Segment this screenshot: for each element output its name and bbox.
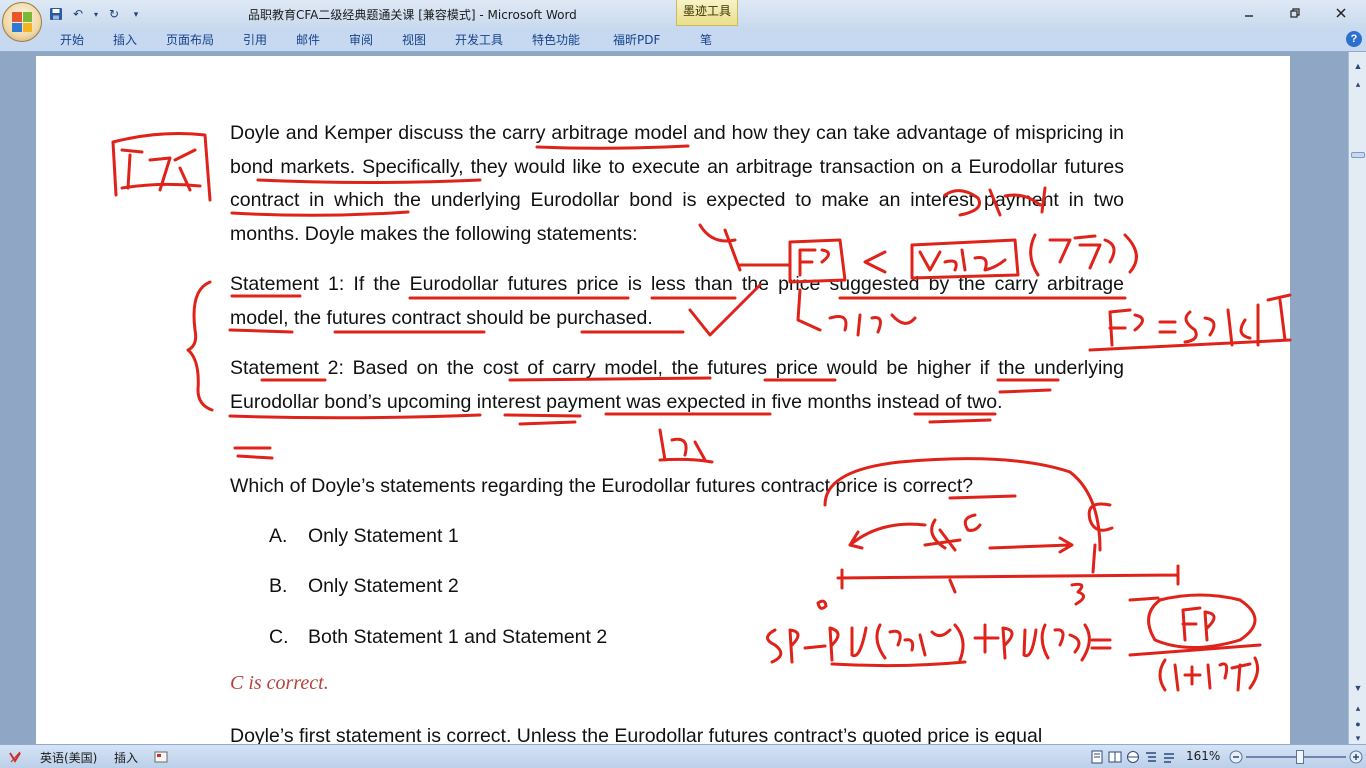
zoom-slider-knob[interactable]: [1296, 750, 1304, 764]
insert-mode-indicator[interactable]: 插入: [114, 749, 138, 766]
tab-review[interactable]: 审阅: [349, 31, 373, 49]
paragraph-explanation: Doyle’s first statement is correct. Unle…: [230, 725, 1043, 744]
zoom-level[interactable]: 161%: [1186, 749, 1220, 763]
undo-dropdown-icon[interactable]: ▾: [92, 6, 100, 22]
title-bar: ↶ ▾ ↻ ▾ 品职教育CFA二级经典题通关课 [兼容模式] - Microso…: [0, 0, 1366, 28]
option-c-text: Both Statement 1 and Statement 2: [308, 626, 608, 648]
tab-home[interactable]: 开始: [60, 31, 84, 49]
proofing-error-icon[interactable]: [8, 750, 22, 764]
save-icon[interactable]: [48, 6, 64, 22]
paragraph-statement-2: Statement 2: Based on the cost of carry …: [230, 357, 1124, 413]
previous-page-icon[interactable]: ▴: [1350, 700, 1366, 716]
tab-foxit-pdf[interactable]: 福昕PDF: [613, 31, 660, 49]
scroll-up-icon[interactable]: ▲: [1350, 58, 1366, 74]
option-a-letter: A.: [269, 525, 288, 547]
undo-icon[interactable]: ↶: [70, 6, 86, 22]
tab-insert[interactable]: 插入: [113, 31, 137, 49]
macro-record-icon[interactable]: [154, 750, 168, 764]
outline-view-icon[interactable]: [1144, 750, 1158, 764]
tab-page-layout[interactable]: 页面布局: [166, 31, 214, 49]
option-a-text: Only Statement 1: [308, 525, 459, 547]
help-icon[interactable]: ?: [1346, 31, 1362, 47]
document-page[interactable]: Doyle and Kemper discuss the carry arbit…: [36, 56, 1290, 744]
tab-mailings[interactable]: 邮件: [296, 31, 320, 49]
restore-button[interactable]: [1272, 2, 1318, 24]
redo-icon[interactable]: ↻: [106, 6, 122, 22]
contextual-tab-ink-tools: 墨迹工具: [676, 0, 738, 26]
paragraph-intro: Doyle and Kemper discuss the carry arbit…: [230, 122, 1124, 245]
minimize-button[interactable]: [1226, 2, 1272, 24]
close-button[interactable]: [1318, 2, 1364, 24]
draft-view-icon[interactable]: [1162, 750, 1176, 764]
ribbon-tab-bar: 开始 插入 页面布局 引用 邮件 审阅 视图 开发工具 特色功能 福昕PDF 笔…: [0, 28, 1366, 52]
scroll-thumb[interactable]: [1351, 152, 1365, 158]
web-layout-icon[interactable]: [1126, 750, 1140, 764]
print-layout-view-icon[interactable]: [1090, 750, 1104, 764]
zoom-out-icon[interactable]: [1229, 750, 1243, 764]
language-indicator[interactable]: 英语(美国): [40, 749, 97, 766]
tab-developer[interactable]: 开发工具: [455, 31, 503, 49]
tab-special-features[interactable]: 特色功能: [532, 31, 580, 49]
window-title: 品职教育CFA二级经典题通关课 [兼容模式] - Microsoft Word: [248, 8, 577, 22]
vertical-scrollbar[interactable]: ▲ ▴ ▼ ▴ ● ▾: [1348, 52, 1366, 744]
paragraph-statement-1: Statement 1: If the Eurodollar futures p…: [230, 273, 1124, 329]
tab-view[interactable]: 视图: [402, 31, 426, 49]
scroll-down-icon[interactable]: ▼: [1350, 680, 1366, 696]
zoom-in-icon[interactable]: [1349, 750, 1363, 764]
tab-references[interactable]: 引用: [243, 31, 267, 49]
full-screen-reading-icon[interactable]: [1108, 750, 1122, 764]
office-button[interactable]: [2, 2, 42, 42]
scroll-split-icon[interactable]: ▴: [1350, 76, 1366, 92]
quick-access-toolbar: ↶ ▾ ↻ ▾: [48, 4, 144, 24]
paragraph-question: Which of Doyle’s statements regarding th…: [230, 475, 974, 497]
answer-text: C is correct.: [230, 672, 329, 694]
office-logo-icon: [12, 12, 32, 32]
option-b-text: Only Statement 2: [308, 575, 459, 597]
tab-pen[interactable]: 笔: [700, 31, 712, 49]
option-c-letter: C.: [269, 626, 289, 648]
status-bar: 英语(美国) 插入 161%: [0, 744, 1366, 768]
customize-qat-icon[interactable]: ▾: [128, 6, 144, 22]
option-b-letter: B.: [269, 575, 288, 597]
